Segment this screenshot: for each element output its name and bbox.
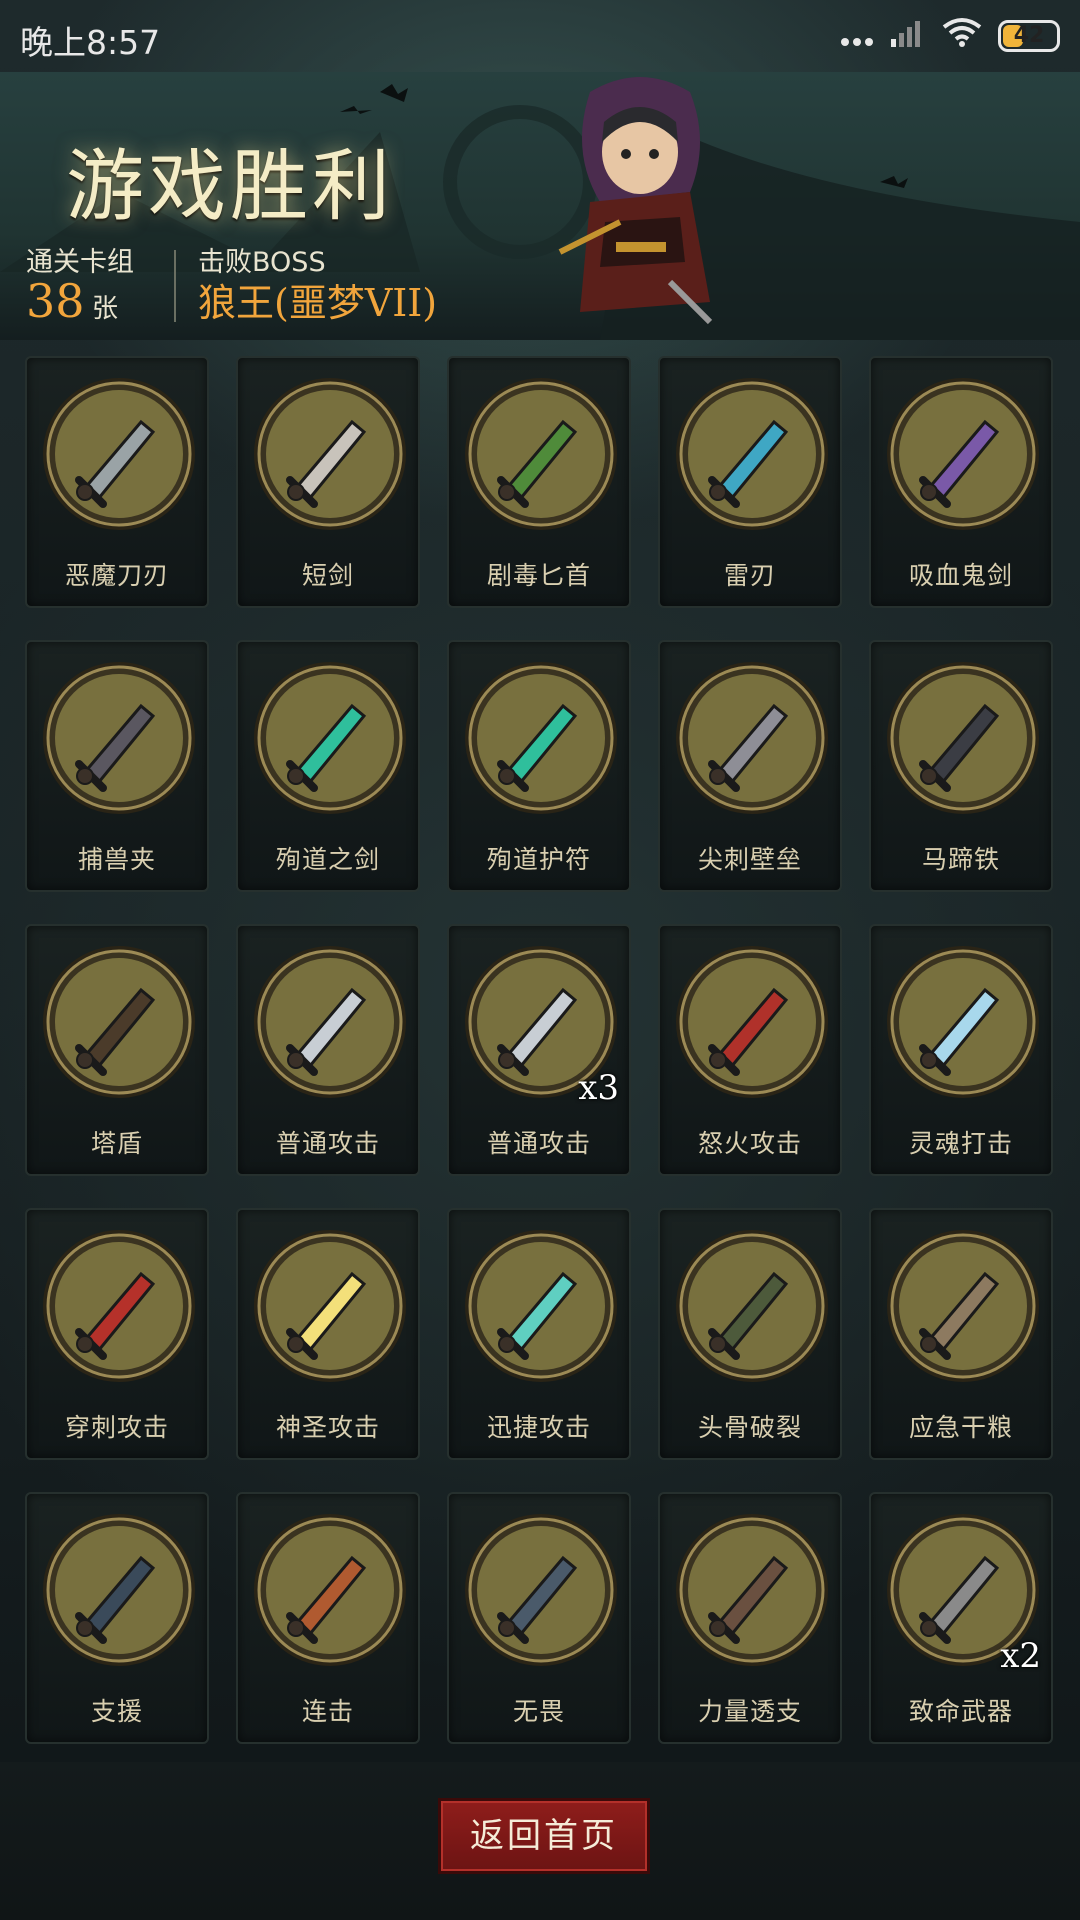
card-name: 塔盾: [90, 1129, 143, 1158]
card-name: 无畏: [512, 1697, 565, 1726]
deck-card[interactable]: 力量透支: [658, 1492, 842, 1744]
deck-card[interactable]: 应急干粮: [869, 1208, 1053, 1460]
card-name: 殉道之剑: [275, 845, 380, 874]
overexert-icon: [674, 1512, 830, 1668]
deck-card[interactable]: 恶魔刀刃: [25, 356, 209, 608]
card-name: 雷刃: [723, 561, 776, 590]
card-name: 头骨破裂: [697, 1413, 802, 1442]
card-name: 应急干粮: [908, 1413, 1013, 1442]
deck-card[interactable]: 殉道之剑: [236, 640, 420, 892]
deck-count: 38: [26, 274, 85, 328]
thunder-blade-icon: [674, 376, 830, 532]
deck-card[interactable]: 无畏: [447, 1492, 631, 1744]
card-count-badge: x3: [578, 1068, 619, 1108]
deck-card[interactable]: x3 普通攻击: [447, 924, 631, 1176]
card-name: 尖刺壁垒: [697, 845, 802, 874]
card-name: 怒火攻击: [697, 1129, 802, 1158]
more-dots-icon: [840, 16, 874, 55]
card-name: 迅捷攻击: [486, 1413, 591, 1442]
deck-card[interactable]: 神圣攻击: [236, 1208, 420, 1460]
card-name: 灵魂打击: [908, 1129, 1013, 1158]
support-icon: [41, 1512, 197, 1668]
deck-card[interactable]: 吸血鬼剑: [869, 356, 1053, 608]
header-divider: [174, 250, 176, 322]
card-name: 普通攻击: [486, 1129, 591, 1158]
deck-card[interactable]: 塔盾: [25, 924, 209, 1176]
deck-card[interactable]: 怒火攻击: [658, 924, 842, 1176]
deck-card[interactable]: 支援: [25, 1492, 209, 1744]
short-sword-icon: [252, 376, 408, 532]
card-name: 捕兽夹: [77, 845, 156, 874]
battery-level: 42: [1013, 23, 1045, 48]
victory-header: 游戏胜利 通关卡组 38 张 击败BOSS 狼王(噩梦VII): [0, 72, 1080, 340]
card-name: 马蹄铁: [921, 845, 1000, 874]
card-name: 短剑: [301, 561, 354, 590]
deck-card[interactable]: 捕兽夹: [25, 640, 209, 892]
card-name: 连击: [301, 1697, 354, 1726]
card-name: 支援: [90, 1697, 143, 1726]
wifi-icon: [942, 16, 982, 55]
card-name: 神圣攻击: [275, 1413, 380, 1442]
status-bar: 晚上8:57 42: [0, 0, 1080, 72]
basic-attack-icon: [252, 944, 408, 1100]
deck-card[interactable]: 普通攻击: [236, 924, 420, 1176]
card-name: 剧毒匕首: [486, 561, 591, 590]
swift-attack-icon: [463, 1228, 619, 1384]
card-name: 力量透支: [697, 1697, 802, 1726]
spike-wall-icon: [674, 660, 830, 816]
deck-card[interactable]: 雷刃: [658, 356, 842, 608]
deck-card[interactable]: 殉道护符: [447, 640, 631, 892]
fearless-icon: [463, 1512, 619, 1668]
battery-icon: 42: [998, 19, 1060, 52]
card-name: 恶魔刀刃: [64, 561, 169, 590]
footer-bar: 返回首页: [0, 1762, 1080, 1920]
signal-icon: [890, 16, 926, 55]
vampire-sword-icon: [885, 376, 1041, 532]
card-name: 殉道护符: [486, 845, 591, 874]
soul-strike-icon: [885, 944, 1041, 1100]
card-name: 吸血鬼剑: [908, 561, 1013, 590]
deck-card[interactable]: 连击: [236, 1492, 420, 1744]
deck-card[interactable]: 尖刺壁垒: [658, 640, 842, 892]
deck-card[interactable]: 头骨破裂: [658, 1208, 842, 1460]
return-home-button[interactable]: 返回首页: [438, 1798, 650, 1874]
card-grid: 恶魔刀刃 短剑 剧毒匕首 雷刃 吸血鬼剑捕兽夹 殉道之剑 殉道护符 尖刺壁垒 马蹄铁塔盾 普通攻击…: [25, 356, 1055, 1746]
deck-card[interactable]: 剧毒匕首: [447, 356, 631, 608]
hero-character-icon: [520, 72, 760, 340]
tower-shield-icon: [41, 944, 197, 1100]
deck-card[interactable]: 穿刺攻击: [25, 1208, 209, 1460]
fury-attack-icon: [674, 944, 830, 1100]
card-count-badge: x2: [1000, 1636, 1041, 1676]
deck-card[interactable]: 迅捷攻击: [447, 1208, 631, 1460]
deck-unit: 张: [92, 294, 119, 324]
card-name: 穿刺攻击: [64, 1413, 169, 1442]
deck-card[interactable]: 灵魂打击: [869, 924, 1053, 1176]
deck-card[interactable]: x2 致命武器: [869, 1492, 1053, 1744]
card-name: 致命武器: [908, 1697, 1013, 1726]
bear-trap-icon: [41, 660, 197, 816]
pierce-attack-icon: [41, 1228, 197, 1384]
deck-card[interactable]: 短剑: [236, 356, 420, 608]
holy-attack-icon: [252, 1228, 408, 1384]
deck-card[interactable]: 马蹄铁: [869, 640, 1053, 892]
boss-name: 狼王(噩梦VII): [198, 281, 438, 325]
horseshoe-icon: [885, 660, 1041, 816]
status-icons: 42: [840, 16, 1060, 55]
martyr-amulet-icon: [463, 660, 619, 816]
martyr-sword-icon: [252, 660, 408, 816]
ration-icon: [885, 1228, 1041, 1384]
status-time: 晚上8:57: [20, 23, 161, 62]
card-name: 普通攻击: [275, 1129, 380, 1158]
page-title: 游戏胜利: [66, 142, 395, 232]
combo-icon: [252, 1512, 408, 1668]
poison-dagger-icon: [463, 376, 619, 532]
demon-blade-icon: [41, 376, 197, 532]
skull-crack-icon: [674, 1228, 830, 1384]
